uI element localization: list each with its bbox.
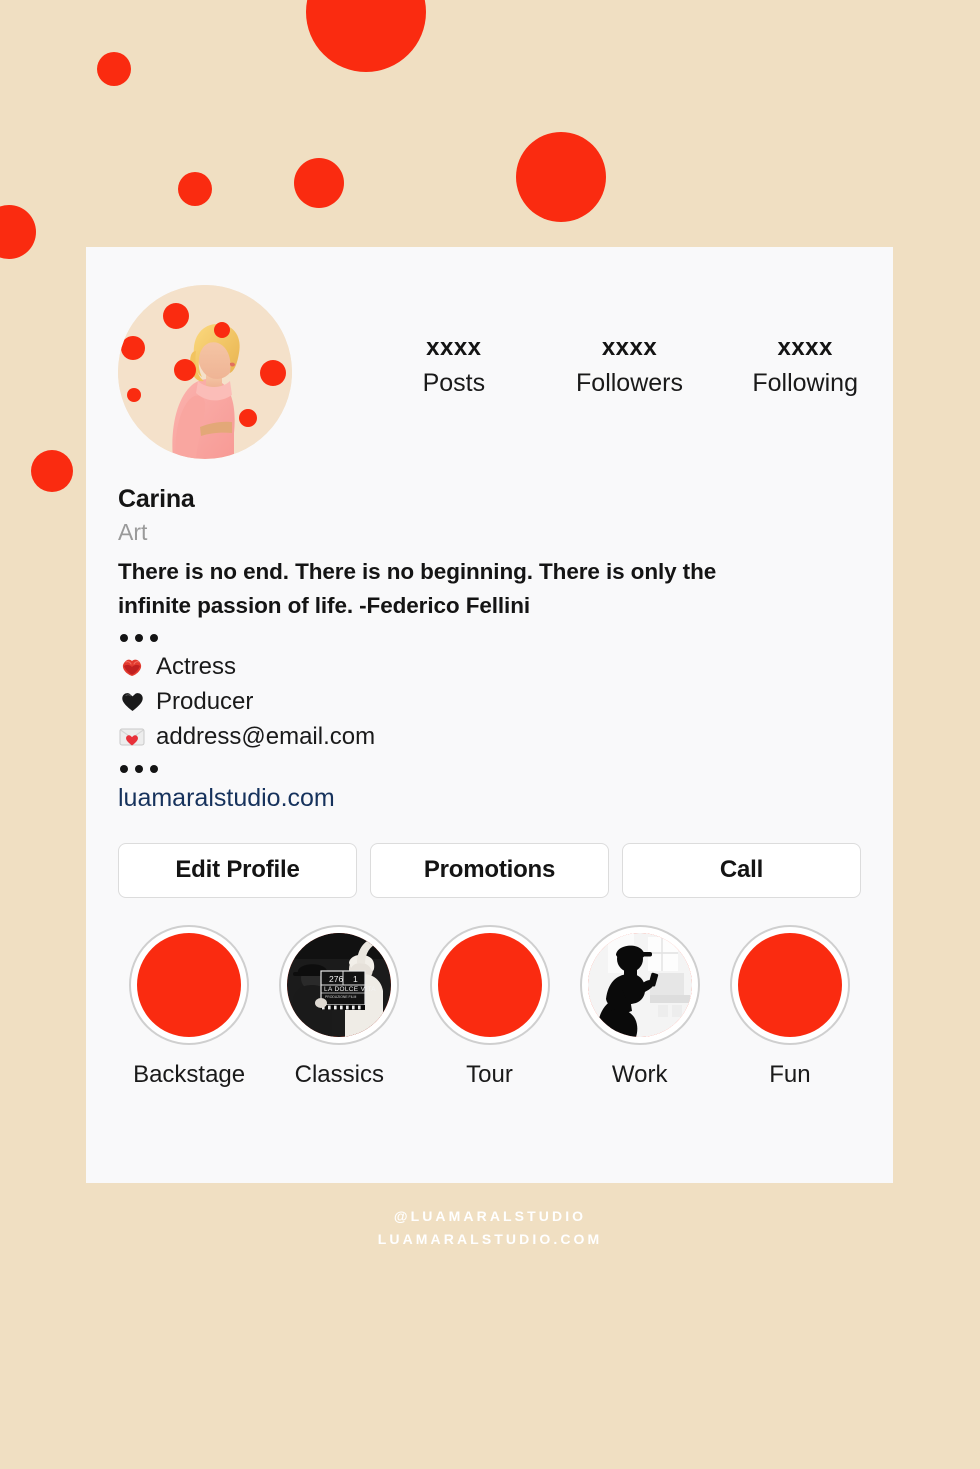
svg-text:276: 276 (329, 974, 343, 984)
dot-icon (120, 765, 128, 774)
profile-avatar[interactable] (118, 285, 292, 459)
dot-icon (120, 634, 128, 643)
profile-category: Art (118, 519, 148, 545)
background-dot (31, 450, 73, 492)
svg-text:1: 1 (353, 974, 358, 984)
highlight-ring (429, 924, 550, 1045)
dot-icon (150, 634, 158, 643)
highlight-tour[interactable]: Tour (414, 924, 564, 1090)
profile-header: xxxx Posts xxxx Followers xxxx Following (86, 247, 893, 459)
svg-text:LA DOLCE VITA: LA DOLCE VITA (324, 986, 376, 993)
bio-line-actress: Actress (118, 649, 861, 684)
kiss-mark-icon (118, 656, 146, 678)
highlight-cover-photo-silhouette (587, 932, 692, 1037)
stat-followers-value: xxxx (601, 334, 658, 361)
stat-following-value: xxxx (777, 334, 833, 361)
footer-watermark: @LUAMARALSTUDIO LUAMARALSTUDIO.COM (0, 1205, 980, 1251)
highlight-ring: 276 1 LA DOLCE VITA PRODUZIONE FILM (279, 924, 400, 1045)
background-dot (516, 132, 606, 222)
background-dot (97, 52, 131, 86)
highlight-backstage[interactable]: Backstage (114, 924, 264, 1090)
highlight-backstage-label: Backstage (133, 1060, 246, 1088)
background-dot (178, 172, 212, 206)
highlight-cover-photo-clapperboard: 276 1 LA DOLCE VITA PRODUZIONE FILM (287, 932, 392, 1037)
bio-line-producer: Producer (118, 684, 861, 719)
footer-website: LUAMARALSTUDIO.COM (377, 1231, 603, 1248)
dot-icon (135, 634, 143, 643)
highlight-ring (129, 924, 250, 1045)
love-letter-icon (118, 727, 146, 747)
bio-line-email: address@email.com (118, 719, 861, 754)
edit-profile-button[interactable]: Edit Profile (118, 842, 357, 898)
black-heart-icon (118, 691, 146, 712)
highlight-fun-label: Fun (769, 1060, 811, 1088)
stat-followers-label: Followers (576, 369, 683, 397)
background-dot (294, 158, 344, 208)
profile-display-name: Carina (118, 485, 195, 513)
profile-action-buttons: Edit Profile Promotions Call (86, 815, 893, 898)
stat-posts[interactable]: xxxx Posts (366, 333, 542, 403)
bio-line-producer-text: Producer (156, 688, 254, 716)
highlight-tour-label: Tour (466, 1060, 513, 1088)
profile-avatar-photo (118, 285, 292, 459)
instagram-profile-card: xxxx Posts xxxx Followers xxxx Following… (86, 247, 893, 1183)
dot-icon (135, 765, 143, 774)
highlight-cover-solid-red (437, 932, 542, 1037)
highlight-cover-solid-red (737, 932, 842, 1037)
bio-separator-top (120, 634, 861, 643)
profile-stats: xxxx Posts xxxx Followers xxxx Following (292, 285, 893, 403)
highlight-classics-label: Classics (294, 1060, 384, 1088)
highlight-classics[interactable]: 276 1 LA DOLCE VITA PRODUZIONE FILM Clas… (264, 924, 414, 1090)
profile-bio: Carina Art There is no end. There is no … (86, 459, 893, 815)
highlight-cover-solid-red (137, 932, 242, 1037)
stat-following[interactable]: xxxx Following (717, 333, 893, 403)
stat-posts-label: Posts (422, 369, 486, 397)
svg-text:PRODUZIONE FILM: PRODUZIONE FILM (325, 995, 356, 999)
footer-handle: @LUAMARALSTUDIO (393, 1208, 587, 1224)
highlight-fun[interactable]: Fun (715, 924, 865, 1090)
highlight-work[interactable]: Work (565, 924, 715, 1090)
highlight-ring (729, 924, 850, 1045)
stat-following-label: Following (752, 369, 858, 397)
stat-followers[interactable]: xxxx Followers (542, 333, 718, 403)
background-dot (306, 0, 426, 72)
highlight-ring (579, 924, 700, 1045)
call-button[interactable]: Call (622, 842, 861, 898)
dot-icon (150, 765, 158, 774)
stat-posts-value: xxxx (426, 334, 482, 361)
profile-website-link[interactable]: luamaralstudio.com (118, 782, 335, 815)
story-highlights: Backstage 276 1 LA DOLCE VITA PRODUZIONE… (86, 898, 893, 1090)
background-dot (0, 205, 36, 259)
highlight-work-label: Work (611, 1060, 668, 1088)
bio-line-email-text: address@email.com (156, 723, 376, 751)
bio-line-actress-text: Actress (156, 653, 237, 681)
profile-bio-quote: There is no end. There is no beginning. … (118, 558, 717, 618)
promotions-button[interactable]: Promotions (370, 842, 609, 898)
bio-separator-bottom (120, 765, 861, 774)
